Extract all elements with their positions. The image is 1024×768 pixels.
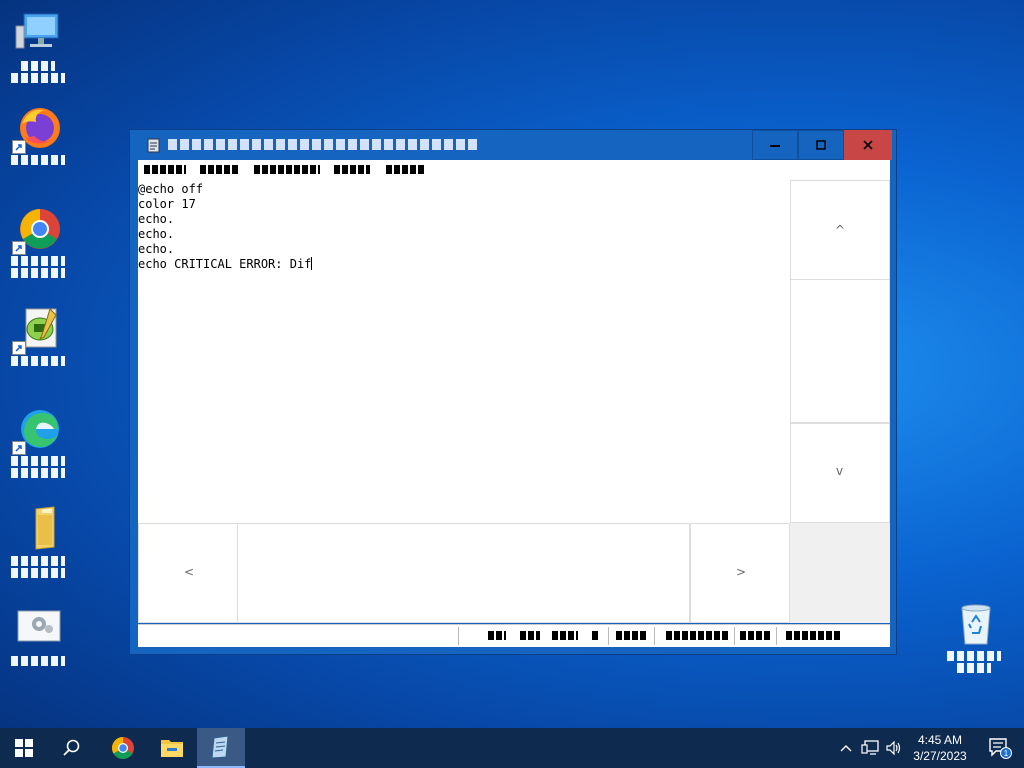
desktop-icon-label (11, 456, 65, 466)
desktop-icon-label (11, 556, 65, 566)
editor-line: color 17 (138, 197, 196, 211)
chrome-icon (112, 737, 134, 759)
start-button[interactable] (0, 728, 48, 768)
maximize-button[interactable] (798, 130, 844, 160)
file-explorer-icon (161, 740, 183, 757)
volume-button[interactable] (882, 728, 906, 768)
status-encoding-a (740, 631, 770, 640)
menu-edit[interactable] (200, 165, 240, 174)
desktop-icon-label (11, 356, 65, 366)
desktop-icon-folder[interactable] (0, 505, 76, 582)
status-line-ending (666, 631, 728, 640)
network-icon (861, 740, 879, 755)
clock[interactable]: 4:45 AM 3/27/2023 (908, 732, 972, 764)
status-position (520, 631, 540, 640)
network-button[interactable] (858, 728, 882, 768)
search-icon (63, 739, 80, 756)
editor-line: @echo off (138, 182, 204, 196)
title-bar[interactable] (130, 130, 896, 160)
show-hidden-icons-button[interactable] (834, 728, 858, 768)
horizontal-scroll-track[interactable] (237, 523, 690, 623)
clock-time: 4:45 AM (917, 733, 963, 747)
desktop-icon-label (21, 61, 55, 71)
notepad-icon (211, 735, 229, 759)
scrollbar-corner (790, 523, 890, 623)
minimize-icon (770, 145, 780, 147)
clock-date: 3/27/2023 (913, 749, 967, 763)
firefox-icon (12, 104, 62, 154)
desktop-icon-label (11, 155, 65, 165)
minimize-button[interactable] (752, 130, 798, 160)
close-button[interactable] (844, 130, 892, 160)
search-button[interactable] (48, 728, 96, 768)
scroll-right-button[interactable]: > (690, 523, 790, 623)
horizontal-scrollbar[interactable]: < > (138, 523, 790, 623)
status-bar (138, 624, 890, 647)
desktop-icon-label (11, 656, 65, 666)
action-center-button[interactable]: 1 (976, 728, 1024, 768)
desktop-icon-notepad-plus-plus[interactable] (0, 305, 76, 382)
status-position (488, 631, 506, 640)
status-encoding-b (786, 631, 842, 640)
status-zoom (616, 631, 648, 640)
desktop-icon-chrome[interactable] (0, 205, 76, 282)
notification-count: 1 (1004, 749, 1009, 758)
menu-format[interactable] (254, 165, 320, 174)
taskbar-file-explorer[interactable] (148, 728, 196, 768)
text-editor[interactable]: @echo off color 17 echo. echo. echo. ech… (138, 180, 790, 523)
vertical-scroll-track[interactable] (790, 279, 890, 423)
menu-view[interactable] (334, 165, 370, 174)
menu-help[interactable] (386, 165, 424, 174)
editor-line: echo. (138, 227, 175, 241)
chevron-right-icon: > (736, 565, 747, 579)
chrome-icon (12, 205, 62, 255)
close-icon (863, 140, 873, 150)
status-position (592, 631, 598, 640)
vertical-scrollbar[interactable]: ^ v (790, 180, 890, 523)
chevron-down-icon: v (836, 464, 844, 478)
notepad-plus-plus-icon (12, 305, 62, 355)
desktop-icon-this-pc[interactable] (0, 10, 76, 87)
taskbar: 4:45 AM 3/27/2023 1 (0, 728, 1024, 768)
scroll-up-button[interactable]: ^ (790, 180, 890, 280)
desktop-icon-label (11, 256, 65, 266)
computer-icon (14, 10, 62, 58)
editor-line: echo CRITICAL ERROR: Dif (138, 257, 312, 271)
folder-icon (14, 505, 62, 553)
notepad-window: @echo off color 17 echo. echo. echo. ech… (130, 130, 896, 654)
desktop-icon-firefox[interactable] (0, 104, 76, 181)
desktop-icon-recycle-bin[interactable] (936, 600, 1012, 677)
chevron-up-icon: ^ (835, 223, 846, 237)
start-icon (15, 739, 33, 757)
speaker-icon (886, 741, 901, 755)
menu-file[interactable] (144, 165, 186, 174)
notepad-icon (147, 138, 160, 153)
maximize-icon (816, 140, 826, 150)
taskbar-notepad[interactable] (197, 728, 245, 768)
scroll-down-button[interactable]: v (790, 423, 890, 523)
desktop-icon-settings[interactable] (0, 605, 76, 682)
scroll-left-button[interactable]: < (138, 523, 238, 623)
desktop-icon-label (947, 651, 1001, 661)
editor-line: echo. (138, 242, 175, 256)
window-title (168, 139, 478, 150)
edge-icon (12, 405, 62, 455)
taskbar-chrome[interactable] (99, 728, 147, 768)
chevron-left-icon: < (184, 565, 195, 579)
editor-line: echo. (138, 212, 175, 226)
text-caret (311, 257, 313, 270)
notification-icon: 1 (989, 738, 1012, 759)
desktop-icon-edge[interactable] (0, 405, 76, 482)
recycle-bin-icon (950, 600, 998, 648)
chevron-up-icon (840, 745, 852, 752)
status-position (552, 631, 578, 640)
menu-bar (138, 160, 890, 180)
settings-icon (14, 605, 62, 653)
